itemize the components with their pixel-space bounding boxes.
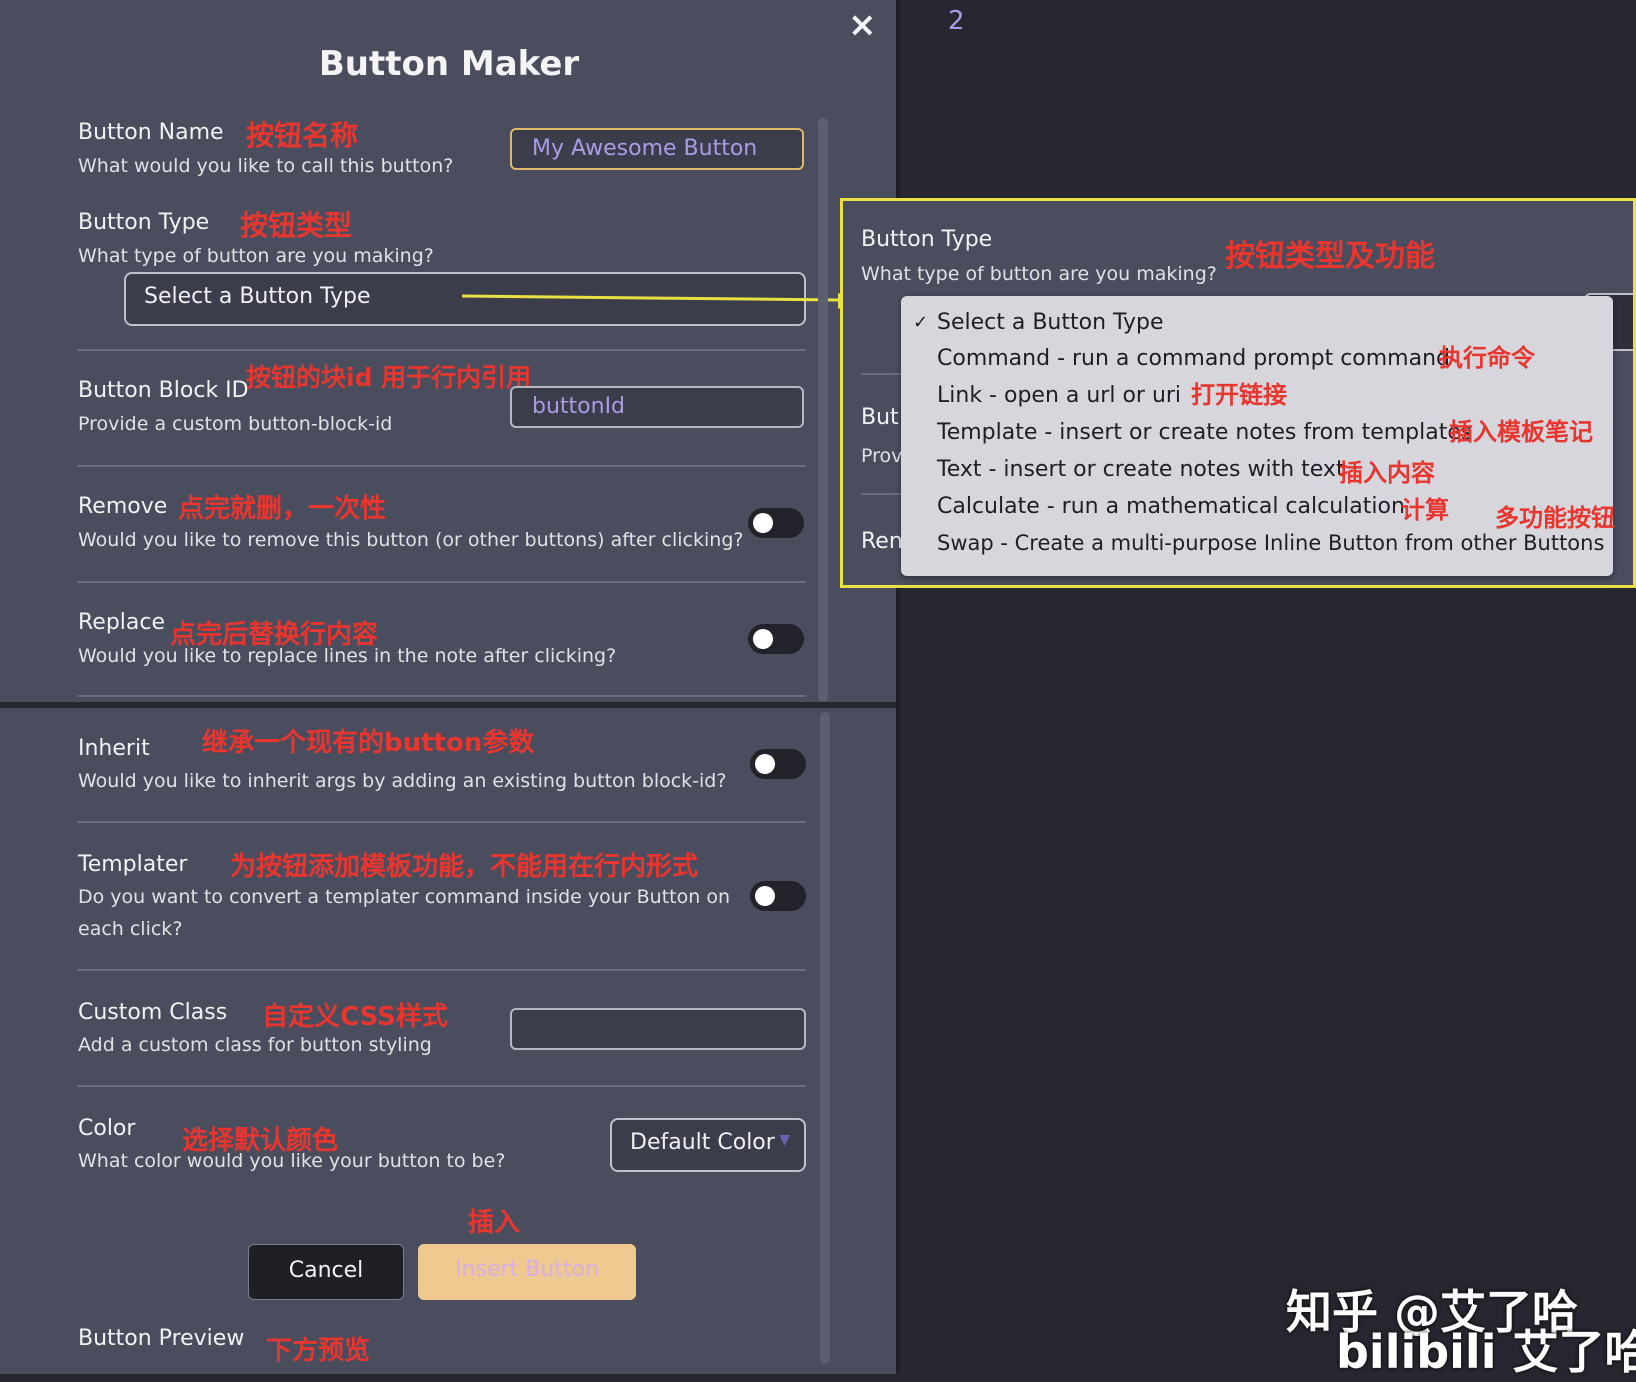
divider bbox=[861, 493, 901, 495]
divider bbox=[78, 969, 806, 971]
button-type-dropdown[interactable]: ✓ Select a Button Type Command - run a c… bbox=[901, 296, 1615, 576]
templater-desc-line1: Do you want to convert a templater comma… bbox=[78, 886, 730, 908]
divider bbox=[78, 695, 806, 697]
option-label: Command - run a command prompt command bbox=[937, 346, 1451, 371]
replace-toggle[interactable] bbox=[748, 624, 804, 654]
scrollbar-top[interactable] bbox=[818, 118, 828, 702]
cancel-button[interactable]: Cancel bbox=[248, 1244, 404, 1300]
option-annotation: 执行命令 bbox=[1439, 344, 1535, 372]
block-id-input[interactable]: buttonId bbox=[510, 386, 804, 428]
option-label: Template - insert or create notes from t… bbox=[937, 420, 1473, 445]
toggle-knob bbox=[755, 886, 775, 906]
custom-class-desc: Add a custom class for button styling bbox=[78, 1034, 432, 1056]
option-label: Swap - Create a multi-purpose Inline But… bbox=[937, 531, 1605, 555]
option-label: Link - open a url or uri bbox=[937, 383, 1182, 408]
replace-desc: Would you like to replace lines in the n… bbox=[78, 645, 617, 667]
remove-toggle[interactable] bbox=[748, 508, 804, 538]
divider bbox=[78, 821, 806, 823]
button-preview-annotation: 下方预览 bbox=[266, 1336, 371, 1366]
color-desc: What color would you like your button to… bbox=[78, 1150, 506, 1172]
insert-button[interactable]: Insert Button bbox=[418, 1244, 636, 1300]
dropdown-callout: Button Type What type of button are you … bbox=[840, 198, 1636, 588]
block-id-desc: Provide a custom button-block-id bbox=[78, 413, 393, 435]
remove-annotation: 点完就删，一次性 bbox=[178, 494, 387, 524]
option-label: Text - insert or create notes with text bbox=[937, 457, 1345, 482]
chevron-down-icon: ▼ bbox=[779, 1132, 790, 1148]
divider bbox=[78, 581, 806, 583]
option-label: Select a Button Type bbox=[937, 310, 1164, 335]
button-preview-label: Button Preview bbox=[78, 1326, 245, 1351]
inherit-label: Inherit bbox=[78, 736, 150, 761]
templater-label: Templater bbox=[78, 852, 188, 877]
toggle-knob bbox=[753, 629, 773, 649]
callout-annotation: 按钮类型及功能 bbox=[1225, 239, 1435, 274]
callout-cut-label: Ren bbox=[861, 529, 903, 554]
replace-label: Replace bbox=[78, 610, 166, 635]
option-annotation: 计算 bbox=[1401, 496, 1449, 524]
divider bbox=[78, 349, 806, 351]
block-id-annotation: 按钮的块id 用于行内引用 bbox=[246, 363, 532, 392]
custom-class-input[interactable] bbox=[510, 1008, 806, 1050]
divider bbox=[78, 465, 806, 467]
color-label: Color bbox=[78, 1116, 136, 1141]
insert-annotation: 插入 bbox=[468, 1208, 521, 1238]
block-id-label: Button Block ID bbox=[78, 378, 249, 403]
callout-type-desc: What type of button are you making? bbox=[861, 263, 1217, 285]
callout-type-label: Button Type bbox=[861, 227, 993, 252]
toggle-knob bbox=[753, 513, 773, 533]
custom-class-label: Custom Class bbox=[78, 1000, 228, 1025]
inherit-toggle[interactable] bbox=[750, 749, 806, 779]
option-label: Calculate - run a mathematical calculati… bbox=[937, 494, 1405, 519]
check-icon: ✓ bbox=[913, 312, 929, 333]
inherit-annotation: 继承一个现有的button参数 bbox=[202, 728, 535, 758]
scrollbar-bottom[interactable] bbox=[820, 712, 830, 1364]
callout-cut-label: But bbox=[861, 405, 899, 430]
option-annotation: 打开链接 bbox=[1191, 381, 1287, 409]
custom-class-annotation: 自定义CSS样式 bbox=[262, 1002, 448, 1032]
watermark-bilibili: bilibili 艾了哈 bbox=[1336, 1325, 1636, 1379]
templater-desc-line2: each click? bbox=[78, 918, 183, 940]
color-select-value: Default Color bbox=[630, 1130, 775, 1155]
option-annotation: 插入内容 bbox=[1339, 459, 1435, 487]
remove-label: Remove bbox=[78, 494, 168, 519]
color-select[interactable]: Default Color ▼ bbox=[610, 1118, 806, 1172]
templater-toggle[interactable] bbox=[750, 881, 806, 911]
divider bbox=[78, 1085, 806, 1087]
option-annotation: 插入模板笔记 bbox=[1449, 418, 1593, 446]
toggle-knob bbox=[755, 754, 775, 774]
remove-desc: Would you like to remove this button (or… bbox=[78, 529, 744, 551]
callout-cut-desc: Prov bbox=[861, 445, 903, 467]
inherit-desc: Would you like to inherit args by adding… bbox=[78, 770, 727, 792]
divider bbox=[861, 373, 901, 375]
templater-annotation: 为按钮添加模板功能，不能用在行内形式 bbox=[230, 852, 699, 882]
